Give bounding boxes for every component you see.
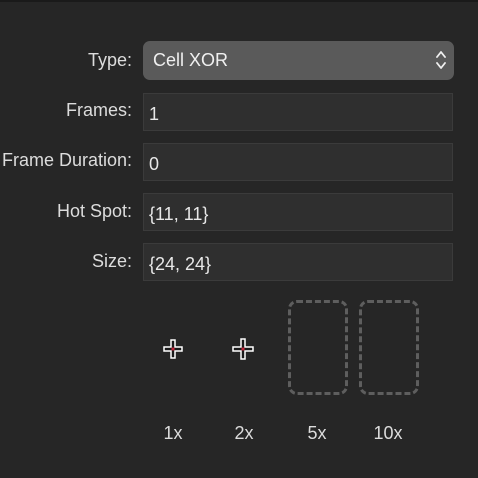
frames-label: Frames: xyxy=(65,100,132,120)
scale-label-1x: 1x xyxy=(163,423,183,443)
type-label: Type: xyxy=(87,50,132,70)
crosshair-cursor-icon[interactable] xyxy=(162,338,184,360)
window-top-border xyxy=(0,0,478,2)
size-label: Size: xyxy=(91,251,132,271)
frames-field[interactable]: 1 xyxy=(143,93,453,131)
preview-well-5x[interactable] xyxy=(288,300,348,395)
hot-spot-field[interactable]: {11, 11} xyxy=(143,193,453,231)
type-popup-button[interactable]: Cell XOR xyxy=(143,41,454,80)
size-field[interactable]: {24, 24} xyxy=(143,243,453,281)
scale-label-2x: 2x xyxy=(234,423,254,443)
crosshair-cursor-2x-icon[interactable] xyxy=(231,337,255,361)
up-down-chevron-icon xyxy=(436,51,446,69)
frame-duration-field[interactable]: 0 xyxy=(143,143,453,181)
frame-duration-label: Frame Duration: xyxy=(1,150,132,170)
scale-label-10x: 10x xyxy=(373,423,403,443)
type-popup-value: Cell XOR xyxy=(153,50,229,70)
preview-well-10x[interactable] xyxy=(359,300,419,395)
scale-label-5x: 5x xyxy=(307,423,327,443)
hot-spot-label: Hot Spot: xyxy=(56,201,132,221)
